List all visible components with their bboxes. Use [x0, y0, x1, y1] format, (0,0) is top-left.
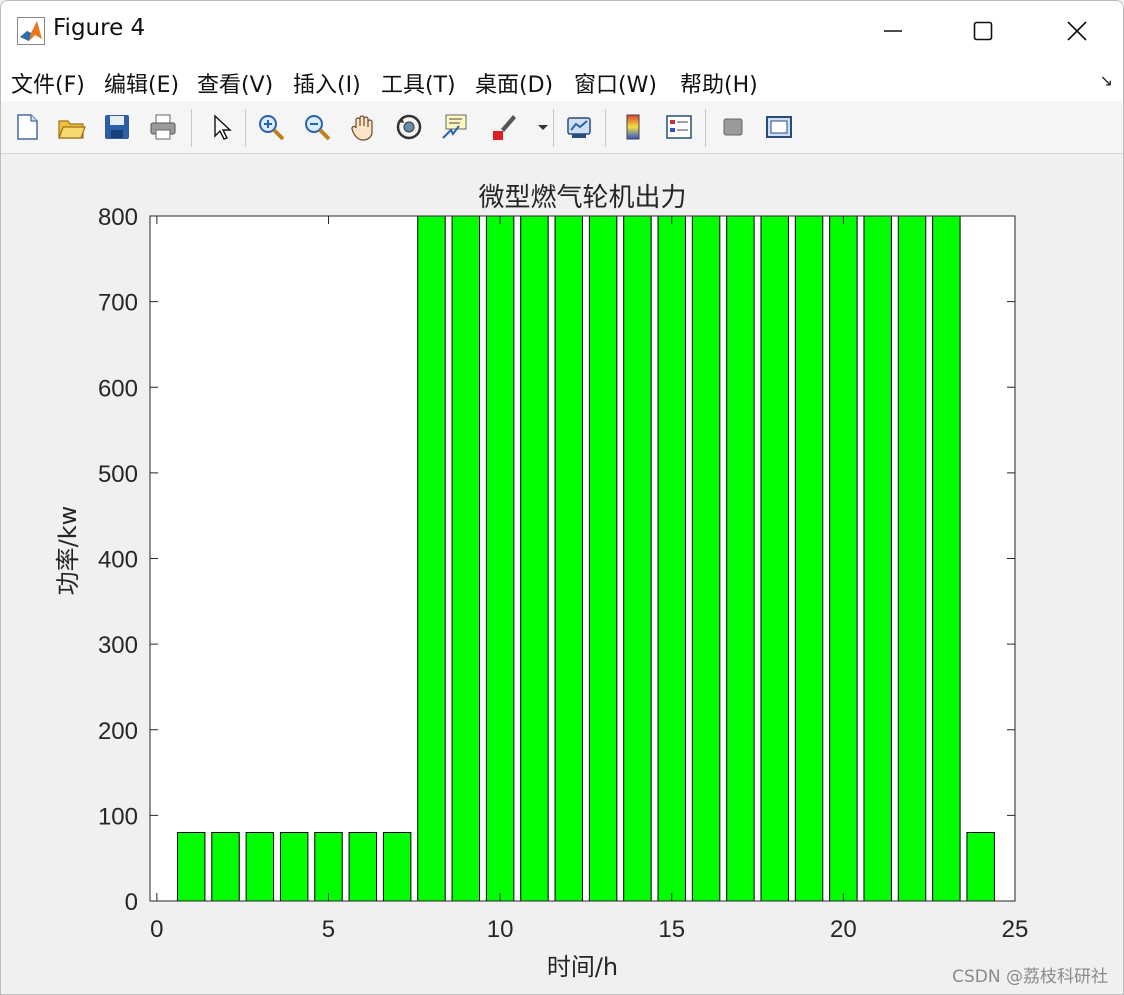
new-file-icon[interactable]	[9, 109, 45, 145]
watermark: CSDN @荔枝科研社	[952, 967, 1108, 987]
select-arrow-icon[interactable]	[203, 109, 239, 145]
data-cursor-icon[interactable]	[437, 109, 473, 145]
show-plot-tools-icon[interactable]	[761, 109, 797, 145]
minimize-icon	[884, 30, 902, 32]
brush-dropdown-icon[interactable]	[525, 109, 561, 145]
y-tick-label: 600	[98, 375, 138, 402]
x-tick-label: 20	[830, 916, 857, 943]
zoom-out-icon[interactable]	[299, 109, 335, 145]
toolbar-separator	[605, 109, 606, 147]
link-plot-icon[interactable]	[561, 109, 597, 145]
toolbar-separator	[245, 109, 246, 147]
toolbar	[1, 101, 1123, 154]
y-tick-label: 0	[125, 889, 138, 916]
close-icon	[1067, 21, 1087, 41]
menu-file[interactable]: 文件(F)	[11, 67, 85, 99]
y-tick-label: 500	[98, 461, 138, 488]
zoom-in-icon[interactable]	[253, 109, 289, 145]
x-tick-label: 0	[150, 916, 163, 943]
bar-hour-2	[211, 832, 240, 902]
bar-hour-20	[829, 215, 858, 902]
y-tick-label: 100	[98, 803, 138, 830]
bar-hour-21	[863, 215, 892, 902]
x-tick-label: 5	[322, 916, 335, 943]
bar-hour-15	[657, 215, 686, 902]
menu-insert[interactable]: 插入(I)	[293, 67, 361, 99]
menu-bar: 文件(F) 编辑(E) 查看(V) 插入(I) 工具(T) 桌面(D) 窗口(W…	[1, 61, 1123, 102]
toolbar-separator	[191, 109, 192, 147]
bar-hour-19	[794, 215, 824, 902]
chart-title: 微型燃气轮机出力	[478, 183, 686, 213]
bar-hour-23	[932, 215, 961, 902]
x-tick-label: 15	[658, 916, 685, 943]
menu-edit[interactable]: 编辑(E)	[104, 67, 179, 99]
bar-hour-8	[417, 215, 446, 902]
y-tick-label: 800	[98, 204, 138, 231]
bar-hour-1	[176, 832, 206, 902]
minimize-button[interactable]	[847, 1, 939, 61]
menu-view[interactable]: 查看(V)	[197, 67, 273, 99]
title-bar: Figure 4	[1, 1, 1123, 61]
colorbar-icon[interactable]	[615, 109, 651, 145]
bar-hour-10	[485, 215, 515, 902]
bar-hour-3	[245, 832, 275, 902]
open-folder-icon[interactable]	[53, 109, 89, 145]
maximize-icon	[973, 21, 993, 41]
bar-hour-5	[314, 832, 343, 902]
menu-help[interactable]: 帮助(H)	[680, 67, 758, 99]
y-tick-label: 400	[98, 547, 138, 574]
save-icon[interactable]	[99, 109, 135, 145]
bar-hour-16	[691, 215, 721, 902]
menu-window[interactable]: 窗口(W)	[574, 67, 657, 99]
bar-hour-24	[966, 832, 995, 902]
x-tick-label: 25	[1002, 916, 1029, 943]
bar-hour-7	[382, 832, 412, 902]
bar-hour-13	[588, 215, 618, 902]
bar-hour-22	[897, 215, 927, 902]
y-tick-label: 200	[98, 718, 138, 745]
bar-hour-9	[451, 215, 481, 902]
menu-desktop[interactable]: 桌面(D)	[475, 67, 553, 99]
maximize-button[interactable]	[937, 1, 1029, 61]
x-tick-label: 10	[487, 916, 514, 943]
menu-tools[interactable]: 工具(T)	[381, 67, 456, 99]
y-axis-label: 功率/kw	[54, 506, 82, 596]
x-axis-label: 时间/h	[547, 953, 618, 981]
bar-hour-6	[348, 832, 378, 902]
close-button[interactable]	[1031, 1, 1123, 61]
print-icon[interactable]	[145, 109, 181, 145]
matlab-logo-icon	[17, 17, 45, 45]
bar-hour-12	[554, 215, 583, 902]
y-tick-label: 700	[98, 290, 138, 317]
hide-plot-tools-icon[interactable]	[715, 109, 751, 145]
y-tick-label: 300	[98, 632, 138, 659]
bar-hour-11	[520, 215, 549, 902]
dock-arrow-icon[interactable]: ↘	[1100, 71, 1113, 90]
toolbar-separator	[705, 109, 706, 147]
brush-icon[interactable]	[485, 109, 521, 145]
bar-chart: 0 5 10 15 20 25 0 100 200 300 400 500 600 700 800 微型燃气…	[54, 183, 1029, 981]
toolbar-separator	[553, 109, 554, 147]
rotate-3d-icon[interactable]	[391, 109, 427, 145]
bar-hour-14	[623, 215, 652, 902]
legend-icon[interactable]	[661, 109, 697, 145]
bar-hour-18	[760, 215, 789, 902]
window-title: Figure 4	[53, 15, 146, 41]
bar-hour-4	[279, 832, 309, 902]
pan-hand-icon[interactable]	[345, 109, 381, 145]
bar-hour-17	[726, 215, 755, 902]
